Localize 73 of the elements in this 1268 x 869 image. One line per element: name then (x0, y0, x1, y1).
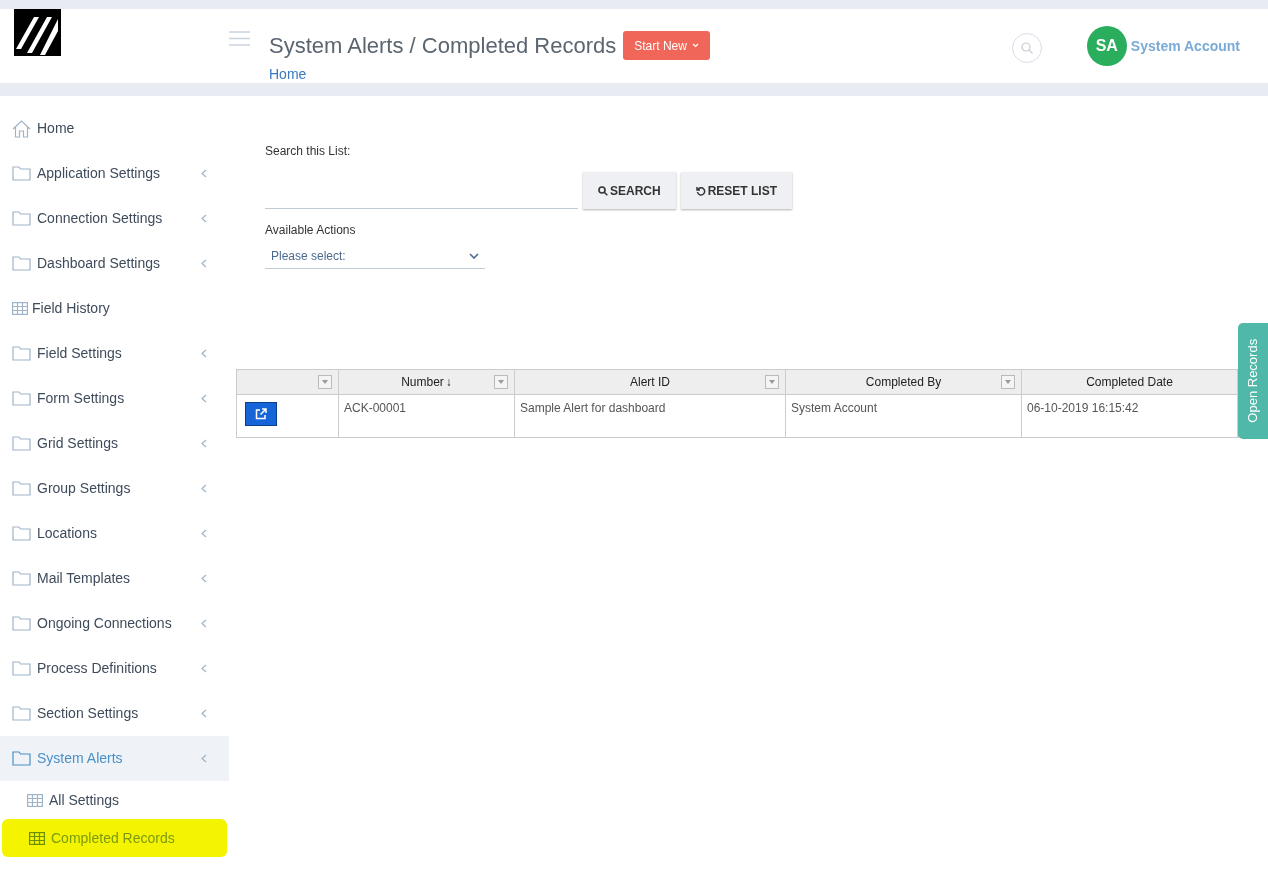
table-icon (27, 793, 43, 807)
sidebar-item[interactable]: Mail Templates (0, 556, 229, 601)
table-cell-text: 06-10-2019 16:15:42 (1026, 400, 1140, 417)
sidebar-item[interactable]: Ongoing Connections (0, 601, 229, 646)
reset-list-button[interactable]: RESET LIST (680, 172, 792, 209)
column-header[interactable]: Alert ID (515, 370, 785, 395)
sidebar-item[interactable]: Locations (0, 511, 229, 556)
folder-icon (12, 571, 31, 586)
chevron-left-icon (201, 664, 207, 673)
sidebar-item[interactable]: Connection Settings (0, 196, 229, 241)
table-icon (12, 302, 28, 315)
menu-icon[interactable] (229, 31, 250, 46)
chevron-left-icon (201, 574, 207, 583)
actions-dropdown[interactable]: Please select: (265, 243, 485, 269)
column-header[interactable] (237, 370, 338, 395)
chevron-left-icon (201, 709, 207, 718)
search-icon (598, 185, 608, 196)
breadcrumb-link[interactable]: Home (269, 64, 307, 85)
folder-icon (12, 211, 31, 226)
chevron-left-icon (201, 259, 207, 268)
folder-icon (12, 481, 31, 496)
chevron-left-icon (201, 754, 207, 763)
column-header[interactable]: Completed By (786, 370, 1021, 395)
column-header[interactable]: Number ↓ (339, 370, 514, 395)
table-cell-text: Sample Alert for dashboard (519, 400, 667, 417)
search-button[interactable]: SEARCH (583, 172, 676, 209)
home-icon (12, 119, 31, 138)
folder-icon (12, 436, 31, 451)
open-record-button[interactable] (245, 402, 277, 426)
filter-icon[interactable] (1001, 375, 1015, 389)
folder-icon (12, 166, 31, 181)
filter-icon[interactable] (765, 375, 779, 389)
chevron-left-icon (201, 349, 207, 358)
folder-icon (12, 616, 31, 631)
sidebar-item[interactable]: Dashboard Settings (0, 241, 229, 286)
chevron-left-icon (201, 529, 207, 538)
chevron-left-icon (201, 484, 207, 493)
sidebar-item[interactable]: Field History (0, 286, 229, 331)
table-cell-text: ACK-00001 (343, 400, 408, 417)
sidebar-item[interactable]: Section Settings (0, 691, 229, 736)
sidebar-item[interactable]: Field Settings (0, 331, 229, 376)
sidebar-item[interactable]: Group Settings (0, 466, 229, 511)
filter-icon[interactable] (318, 375, 332, 389)
folder-icon (12, 706, 31, 721)
sidebar-item[interactable]: Grid Settings (0, 421, 229, 466)
folder-icon (12, 751, 31, 766)
caret-icon (691, 43, 699, 48)
sidebar-subitem[interactable]: All Settings (0, 781, 229, 819)
search-icon (1020, 42, 1033, 54)
sidebar-item[interactable]: Application Settings (0, 151, 229, 196)
actions-label: Available Actions (265, 222, 357, 239)
folder-icon (12, 256, 31, 271)
page-title: System Alerts / Completed Records (269, 32, 617, 60)
search-label: Search this List: (265, 143, 352, 160)
folder-icon (12, 391, 31, 406)
chevron-left-icon (201, 169, 207, 178)
chevron-left-icon (201, 439, 207, 448)
sidebar-item[interactable]: Home (0, 106, 229, 151)
chevron-left-icon (201, 619, 207, 628)
external-link-icon (255, 408, 267, 420)
folder-icon (12, 346, 31, 361)
folder-icon (12, 526, 31, 541)
chevron-left-icon (201, 214, 207, 223)
chevron-down-icon (469, 252, 479, 259)
table-cell-text: System Account (790, 400, 879, 417)
reset-icon (695, 185, 706, 196)
filter-icon[interactable] (494, 375, 508, 389)
table-icon (29, 831, 45, 845)
chevron-left-icon (201, 394, 207, 403)
sidebar-item[interactable]: Form Settings (0, 376, 229, 421)
column-header[interactable]: Completed Date (1022, 370, 1237, 395)
sidebar-item[interactable]: Process Definitions (0, 646, 229, 691)
folder-icon (12, 661, 31, 676)
